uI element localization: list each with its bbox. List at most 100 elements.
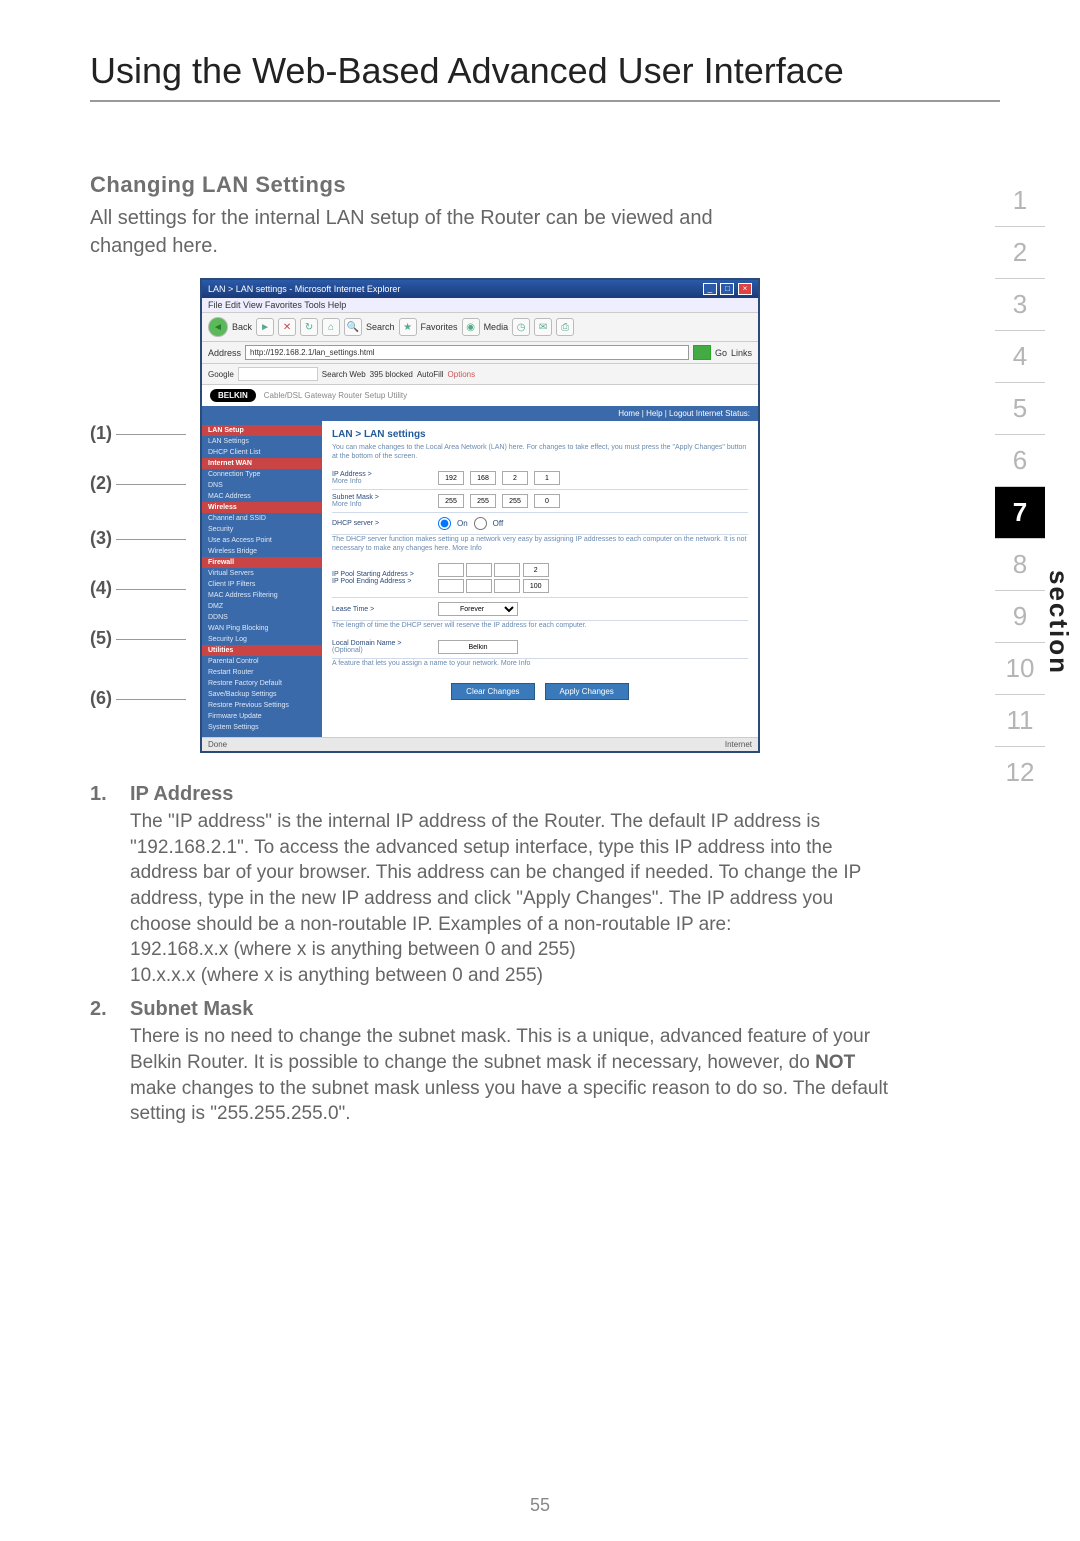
- page-title: Using the Web-Based Advanced User Interf…: [90, 50, 1000, 102]
- section-nav-page[interactable]: 5: [995, 383, 1045, 435]
- ip-octet-3[interactable]: [502, 471, 528, 485]
- lease-time-select[interactable]: Forever: [438, 602, 518, 616]
- favorites-icon[interactable]: ★: [399, 318, 417, 336]
- section-nav-page[interactable]: 9: [995, 591, 1045, 643]
- callout-2: (2): [90, 473, 186, 494]
- menubar[interactable]: File Edit View Favorites Tools Help: [202, 298, 758, 313]
- sidebar-item[interactable]: WAN Ping Blocking: [202, 623, 322, 634]
- ip-octet-2[interactable]: [470, 471, 496, 485]
- pool-start-4[interactable]: [523, 563, 549, 577]
- callout-4: (4): [90, 578, 186, 599]
- browser-statusbar: Done Internet: [202, 737, 758, 751]
- mail-icon[interactable]: ✉: [534, 318, 552, 336]
- dhcp-off-radio[interactable]: [474, 517, 487, 530]
- subnet-octet-2[interactable]: [470, 494, 496, 508]
- media-icon[interactable]: ◉: [462, 318, 480, 336]
- section-nav-page[interactable]: 10: [995, 643, 1045, 695]
- pool-start-2: [466, 563, 492, 577]
- sidebar-item[interactable]: Parental Control: [202, 656, 322, 667]
- numbered-list: 1. IP Address The "IP address" is the in…: [90, 783, 890, 1127]
- close-button[interactable]: ×: [738, 283, 752, 295]
- sidebar-item[interactable]: Use as Access Point: [202, 535, 322, 546]
- refresh-icon[interactable]: ↻: [300, 318, 318, 336]
- sidebar-item[interactable]: MAC Address Filtering: [202, 590, 322, 601]
- ip-pool-row: IP Pool Starting Address > IP Pool Endin…: [332, 559, 748, 598]
- dhcp-on-label: On: [457, 519, 468, 528]
- router-sidebar: LAN SetupLAN SettingsDHCP Client ListInt…: [202, 421, 322, 737]
- section-nav-page[interactable]: 11: [995, 695, 1045, 747]
- ip-address-row: IP Address > More Info: [332, 467, 748, 490]
- sidebar-item[interactable]: LAN Settings: [202, 436, 322, 447]
- dhcp-help-text: The DHCP server function makes setting u…: [332, 535, 748, 553]
- apply-changes-button[interactable]: Apply Changes: [545, 683, 629, 700]
- section-nav-page[interactable]: 6: [995, 435, 1045, 487]
- router-main-pane: LAN > LAN settings You can make changes …: [322, 421, 758, 737]
- sidebar-item[interactable]: Restore Previous Settings: [202, 700, 322, 711]
- item-number: 1.: [90, 783, 130, 988]
- item-text: The "IP address" is the internal IP addr…: [130, 809, 890, 988]
- clear-changes-button[interactable]: Clear Changes: [451, 683, 534, 700]
- callout-6: (6): [90, 688, 186, 709]
- stop-icon[interactable]: ✕: [278, 318, 296, 336]
- dhcp-on-radio[interactable]: [438, 517, 451, 530]
- domain-name-input[interactable]: [438, 640, 518, 654]
- search-icon[interactable]: 🔍: [344, 318, 362, 336]
- go-button[interactable]: [693, 345, 711, 360]
- sidebar-item[interactable]: Wireless Bridge: [202, 546, 322, 557]
- sidebar-item[interactable]: DHCP Client List: [202, 447, 322, 458]
- google-search-input[interactable]: [238, 367, 318, 381]
- history-icon[interactable]: ◷: [512, 318, 530, 336]
- section-nav-page[interactable]: 1: [995, 175, 1045, 227]
- section-heading: Changing LAN Settings: [90, 172, 1000, 198]
- sidebar-item[interactable]: Virtual Servers: [202, 568, 322, 579]
- pool-start-1: [438, 563, 464, 577]
- callout-3: (3): [90, 528, 186, 549]
- back-icon[interactable]: ◄: [208, 317, 228, 337]
- section-nav-page[interactable]: 7: [995, 487, 1045, 539]
- pool-end-4[interactable]: [523, 579, 549, 593]
- maximize-button[interactable]: □: [720, 283, 734, 295]
- ip-octet-1[interactable]: [438, 471, 464, 485]
- sidebar-item[interactable]: Restart Router: [202, 667, 322, 678]
- belkin-logo: BELKIN: [210, 389, 256, 402]
- sidebar-item[interactable]: Client IP Filters: [202, 579, 322, 590]
- ip-octet-4[interactable]: [534, 471, 560, 485]
- address-label: Address: [208, 348, 241, 358]
- sidebar-item[interactable]: Security: [202, 524, 322, 535]
- address-bar-row: Address Go Links: [202, 342, 758, 364]
- home-icon[interactable]: ⌂: [322, 318, 340, 336]
- sidebar-item[interactable]: Channel and SSID: [202, 513, 322, 524]
- search-web-button[interactable]: Search Web: [322, 370, 366, 379]
- lease-time-row: Lease Time > Forever: [332, 598, 748, 621]
- sidebar-item[interactable]: Restore Factory Default: [202, 678, 322, 689]
- section-intro: All settings for the internal LAN setup …: [90, 204, 790, 260]
- sidebar-item[interactable]: DDNS: [202, 612, 322, 623]
- sidebar-item[interactable]: DNS: [202, 480, 322, 491]
- section-nav-page[interactable]: 12: [995, 747, 1045, 798]
- sidebar-item[interactable]: MAC Address: [202, 491, 322, 502]
- go-label: Go: [715, 348, 727, 358]
- section-nav-page[interactable]: 8: [995, 539, 1045, 591]
- sidebar-item[interactable]: Security Log: [202, 634, 322, 645]
- sidebar-item[interactable]: DMZ: [202, 601, 322, 612]
- browser-title: LAN > LAN settings - Microsoft Internet …: [208, 284, 400, 294]
- autofill-button[interactable]: AutoFill: [417, 370, 444, 379]
- address-input[interactable]: [245, 345, 689, 360]
- sidebar-item[interactable]: Connection Type: [202, 469, 322, 480]
- sidebar-item[interactable]: System Settings: [202, 722, 322, 733]
- subnet-octet-4[interactable]: [534, 494, 560, 508]
- section-nav-page[interactable]: 3: [995, 279, 1045, 331]
- options-button[interactable]: Options: [448, 370, 476, 379]
- domain-help-text: A feature that lets you assign a name to…: [332, 659, 748, 668]
- sidebar-item[interactable]: Firmware Update: [202, 711, 322, 722]
- section-nav-page[interactable]: 4: [995, 331, 1045, 383]
- section-nav-page[interactable]: 2: [995, 227, 1045, 279]
- forward-icon[interactable]: ►: [256, 318, 274, 336]
- print-icon[interactable]: ⎙: [556, 318, 574, 336]
- minimize-button[interactable]: _: [703, 283, 717, 295]
- subnet-octet-3[interactable]: [502, 494, 528, 508]
- browser-titlebar: LAN > LAN settings - Microsoft Internet …: [202, 280, 758, 298]
- sidebar-item[interactable]: Save/Backup Settings: [202, 689, 322, 700]
- page-number: 55: [530, 1495, 550, 1516]
- subnet-octet-1[interactable]: [438, 494, 464, 508]
